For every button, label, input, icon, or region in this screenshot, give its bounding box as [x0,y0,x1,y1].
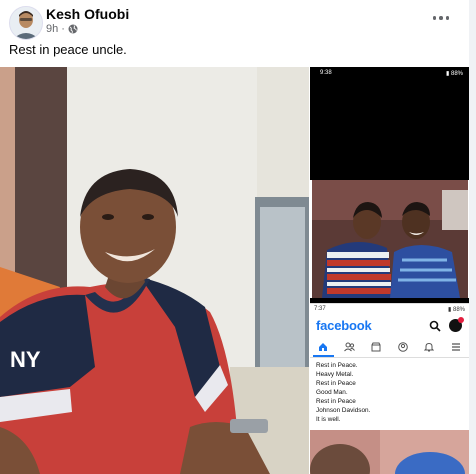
home-icon [310,337,337,357]
notifications-icon [416,337,443,357]
search-icon [429,320,441,332]
more-options-icon[interactable] [429,9,453,27]
tribute-line: Good Man. [316,389,348,396]
secondary-photo[interactable]: 9:38 ▮ 88% 7:37 ▮ 88% facebook Rest in P… [310,67,469,474]
photo-grid: NY 9:38 ▮ 88% 7:37 ▮ 88% facebook Rest i… [0,67,469,474]
phone-status-bar: 9:38 ▮ 88% [310,67,469,80]
menu-icon [443,337,470,357]
tribute-line: Rest in Peace. [316,362,358,369]
two-men-photo [312,180,468,298]
author-name[interactable]: Kesh Ofuobi [46,6,129,22]
scrollbar[interactable] [469,0,476,474]
author-avatar[interactable] [9,6,43,40]
tribute-post-text: Rest in Peace. Heavy Metal. Rest in Peac… [310,358,469,430]
tribute-photo-preview [310,430,469,474]
status-battery-2: ▮ 88% [448,307,465,313]
post-meta: 9h · [46,23,78,35]
dark-background [310,80,469,180]
facebook-logo: facebook [316,318,372,333]
status-time-2: 7:37 [314,306,326,312]
profile-icon [390,337,417,357]
tribute-line: Johnson Davidson. [316,407,371,414]
globe-icon[interactable] [68,24,78,34]
status-time: 9:38 [320,70,332,76]
facebook-app-header: facebook [310,315,469,337]
notification-badge [458,317,464,323]
status-battery: ▮ 88% [446,71,463,77]
main-photo[interactable]: NY [0,67,309,474]
marketplace-icon [363,337,390,357]
post-header: Kesh Ofuobi 9h · Rest in peace uncle. [0,0,469,66]
post-time[interactable]: 9h [46,23,58,35]
tribute-line: Rest in Peace [316,398,356,405]
messenger-icon [449,317,464,332]
post-text: Rest in peace uncle. [9,42,127,57]
friends-icon [337,337,364,357]
facebook-tab-bar [310,337,469,358]
tribute-line: Heavy Metal. [316,371,354,378]
tribute-line: It is well. [316,416,341,423]
svg-text:NY: NY [10,347,41,372]
tribute-line: Rest in Peace [316,380,356,387]
post-card: Kesh Ofuobi 9h · Rest in peace uncle. NY… [0,0,469,474]
